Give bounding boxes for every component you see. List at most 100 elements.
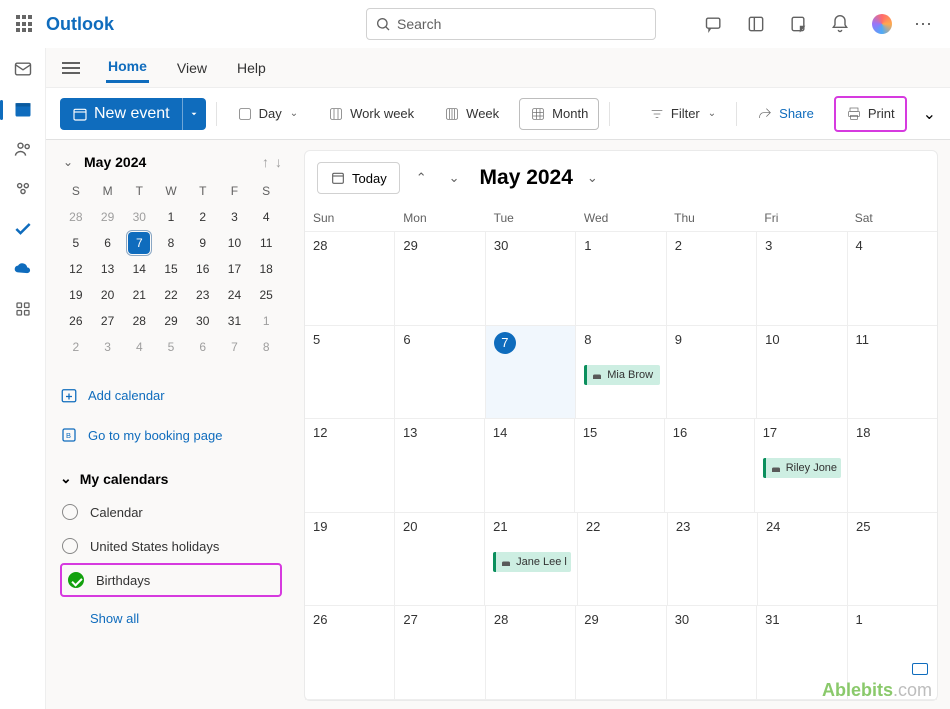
- mini-day[interactable]: 29: [92, 204, 124, 230]
- mini-day[interactable]: 17: [219, 256, 251, 282]
- calendar-item-default[interactable]: Calendar: [60, 495, 282, 529]
- my-day-icon[interactable]: [746, 14, 766, 34]
- day-cell[interactable]: 5: [305, 326, 395, 419]
- day-cell[interactable]: 4: [848, 232, 937, 325]
- day-cell[interactable]: 7: [486, 326, 576, 419]
- mini-day[interactable]: 26: [60, 308, 92, 334]
- mini-day[interactable]: 29: [155, 308, 187, 334]
- people-rail-icon[interactable]: [12, 138, 34, 160]
- month-dropdown[interactable]: ⌄: [587, 170, 598, 186]
- mail-rail-icon[interactable]: [12, 58, 34, 80]
- mini-day[interactable]: 16: [187, 256, 219, 282]
- day-cell[interactable]: 29: [395, 232, 485, 325]
- teams-chat-icon[interactable]: [704, 14, 724, 34]
- day-cell[interactable]: 29: [576, 606, 666, 699]
- mini-day[interactable]: 20: [92, 282, 124, 308]
- birthday-event[interactable]: Jane Lee l: [493, 552, 571, 572]
- day-cell[interactable]: 2: [667, 232, 757, 325]
- mini-day[interactable]: 6: [92, 230, 124, 256]
- day-cell[interactable]: 24: [758, 513, 848, 606]
- zoom-indicator-icon[interactable]: [912, 663, 928, 675]
- tab-help[interactable]: Help: [235, 54, 268, 82]
- view-month-button[interactable]: Month: [519, 98, 599, 130]
- day-cell[interactable]: 23: [668, 513, 758, 606]
- mini-day[interactable]: 25: [250, 282, 282, 308]
- mini-day[interactable]: 1: [155, 204, 187, 230]
- tab-home[interactable]: Home: [106, 52, 149, 83]
- day-cell[interactable]: 10: [757, 326, 847, 419]
- mini-day[interactable]: 27: [92, 308, 124, 334]
- view-day-button[interactable]: Day⌄: [227, 98, 309, 130]
- show-all-link[interactable]: Show all: [60, 611, 282, 626]
- mini-calendar[interactable]: SMTWTFS282930123456789101112131415161718…: [60, 178, 282, 360]
- day-cell[interactable]: 3: [757, 232, 847, 325]
- mini-day[interactable]: 28: [60, 204, 92, 230]
- mini-day[interactable]: 6: [187, 334, 219, 360]
- day-cell[interactable]: 26: [305, 606, 395, 699]
- mini-day[interactable]: 24: [219, 282, 251, 308]
- today-button[interactable]: Today: [317, 162, 400, 194]
- day-cell[interactable]: 25: [848, 513, 937, 606]
- mini-day[interactable]: 2: [187, 204, 219, 230]
- mini-next-month[interactable]: ↓: [275, 154, 282, 170]
- view-workweek-button[interactable]: Work week: [318, 98, 424, 130]
- next-month[interactable]: ⌄: [443, 170, 466, 186]
- day-cell[interactable]: 15: [575, 419, 665, 512]
- print-button[interactable]: Print: [836, 98, 905, 130]
- prev-month[interactable]: ⌃: [410, 170, 433, 186]
- day-cell[interactable]: 18: [848, 419, 937, 512]
- mini-day[interactable]: 2: [60, 334, 92, 360]
- mini-day[interactable]: 15: [155, 256, 187, 282]
- day-cell[interactable]: 22: [578, 513, 668, 606]
- ribbon-overflow[interactable]: ⌄: [923, 104, 936, 124]
- day-cell[interactable]: 6: [395, 326, 485, 419]
- day-cell[interactable]: 17Riley Jone: [755, 419, 848, 512]
- calendar-rail-icon[interactable]: [12, 98, 34, 120]
- day-cell[interactable]: 9: [667, 326, 757, 419]
- mini-day[interactable]: 7: [219, 334, 251, 360]
- mini-day[interactable]: 10: [219, 230, 251, 256]
- add-calendar-link[interactable]: Add calendar: [60, 378, 282, 412]
- mini-day[interactable]: 31: [219, 308, 251, 334]
- mini-day[interactable]: 21: [123, 282, 155, 308]
- day-cell[interactable]: 20: [395, 513, 485, 606]
- day-cell[interactable]: 14: [485, 419, 575, 512]
- mini-day[interactable]: 5: [155, 334, 187, 360]
- mini-day[interactable]: 3: [219, 204, 251, 230]
- mini-day[interactable]: 18: [250, 256, 282, 282]
- calendar-item-birthdays[interactable]: Birthdays: [60, 563, 282, 597]
- day-cell[interactable]: 27: [395, 606, 485, 699]
- mini-day[interactable]: 3: [92, 334, 124, 360]
- new-event-dropdown[interactable]: [182, 98, 206, 130]
- mini-day[interactable]: 30: [123, 204, 155, 230]
- day-cell[interactable]: 13: [395, 419, 485, 512]
- birthday-event[interactable]: Mia Brow: [584, 365, 659, 385]
- todo-rail-icon[interactable]: [12, 218, 34, 240]
- calendar-item-holidays[interactable]: United States holidays: [60, 529, 282, 563]
- mini-day[interactable]: 4: [123, 334, 155, 360]
- day-cell[interactable]: 21Jane Lee l: [485, 513, 578, 606]
- day-cell[interactable]: 28: [305, 232, 395, 325]
- birthday-event[interactable]: Riley Jone: [763, 458, 841, 478]
- tab-view[interactable]: View: [175, 54, 209, 82]
- mini-day[interactable]: 22: [155, 282, 187, 308]
- day-cell[interactable]: 19: [305, 513, 395, 606]
- mini-day[interactable]: 8: [250, 334, 282, 360]
- view-week-button[interactable]: Week: [434, 98, 509, 130]
- day-cell[interactable]: 1: [576, 232, 666, 325]
- mini-day[interactable]: 19: [60, 282, 92, 308]
- mini-cal-collapse[interactable]: ⌄: [60, 154, 76, 170]
- day-cell[interactable]: 12: [305, 419, 395, 512]
- more-apps-rail-icon[interactable]: [12, 298, 34, 320]
- more-options[interactable]: ⋯: [914, 14, 934, 35]
- mini-day[interactable]: 4: [250, 204, 282, 230]
- sidebar-toggle[interactable]: [62, 62, 80, 74]
- new-event-button[interactable]: New event: [60, 98, 206, 130]
- mini-day[interactable]: 23: [187, 282, 219, 308]
- notes-icon[interactable]: [788, 14, 808, 34]
- mini-day[interactable]: 7: [123, 230, 155, 256]
- day-cell[interactable]: 30: [486, 232, 576, 325]
- day-cell[interactable]: 28: [486, 606, 576, 699]
- mini-day[interactable]: 14: [123, 256, 155, 282]
- my-calendars-section[interactable]: ⌄ My calendars: [60, 470, 282, 487]
